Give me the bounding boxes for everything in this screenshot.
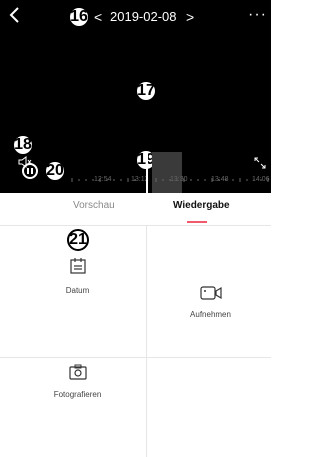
option-date[interactable]: Datum (10, 256, 145, 295)
pause-bar (27, 168, 29, 174)
option-date-label: Datum (65, 286, 90, 295)
calendar-icon (69, 258, 86, 274)
tick-label: 12:54 (94, 176, 112, 183)
previous-date-button[interactable]: < (94, 9, 102, 25)
marker-16: 16 (68, 6, 90, 28)
video-camera-icon (199, 286, 222, 300)
option-record-label: Aufnehmen (190, 310, 231, 319)
pause-bar (31, 168, 33, 174)
more-options-icon[interactable]: ··· (248, 6, 267, 24)
playhead[interactable] (146, 152, 148, 193)
current-date: 2019-02-08 (110, 9, 177, 24)
tab-bar: Vorschau Wiedergabe (0, 197, 271, 223)
tab-playback[interactable]: Wiedergabe (173, 200, 230, 211)
divider (0, 225, 271, 226)
timeline[interactable]: 12:54 13:12 13:30 13:48 14:06 (0, 152, 271, 193)
divider (146, 225, 147, 457)
option-photo-label: Fotografieren (53, 390, 102, 399)
marker-17: 17 (135, 80, 157, 102)
tick-label: 13:48 (211, 176, 229, 183)
tick-label: 13:30 (170, 176, 188, 183)
marker-20: 20 (44, 160, 66, 182)
active-tab-indicator (187, 221, 207, 223)
next-date-button[interactable]: > (186, 9, 194, 25)
option-photo[interactable]: Fotografieren (10, 364, 145, 399)
camera-icon (68, 364, 87, 380)
back-icon[interactable] (6, 6, 24, 24)
header-bar: < 2019-02-08 > ··· (0, 0, 271, 36)
option-record[interactable]: Aufnehmen (143, 286, 278, 319)
recorded-segment (152, 152, 182, 193)
tick-label: 14:06 (252, 176, 270, 183)
divider (0, 357, 271, 358)
marker-21: 21 (67, 229, 89, 251)
tab-preview[interactable]: Vorschau (73, 200, 115, 211)
pause-button[interactable] (22, 163, 38, 179)
